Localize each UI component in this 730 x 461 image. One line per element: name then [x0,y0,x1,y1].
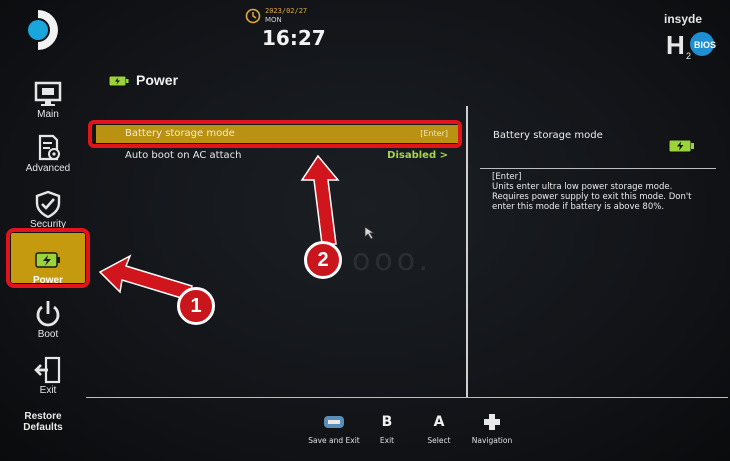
insyde-brand-text: insyde [664,12,703,26]
keyboard-icon [324,416,344,428]
page-title: Power [136,72,179,88]
restore-defaults-button[interactable]: Restore Defaults [8,411,78,433]
sidebar-item-label: Boot [37,329,59,340]
annotation-badge-2: 2 [304,241,342,279]
sidebar-item-exit[interactable]: Exit [0,356,96,396]
monitor-icon [34,81,62,106]
sidebar-item-boot[interactable]: Boot [0,300,96,340]
control-navigation[interactable]: Navigation [468,412,516,445]
sidebar-item-label: Advanced [25,163,71,174]
a-key-icon: A [433,414,445,430]
help-title: Battery storage mode [493,130,603,141]
sidebar-item-label: Exit [39,385,57,396]
restore-label-2: Defaults [23,422,63,433]
mouse-cursor-icon [364,226,376,240]
svg-text:2: 2 [686,51,691,60]
bios-screen: 2023/02/27 MON 16:27 insyde H BIOS 2 Mai… [0,0,730,461]
shield-check-icon [35,190,61,218]
insyde-h2o-logo: insyde H BIOS 2 [660,12,718,62]
control-exit[interactable]: B Exit [372,412,402,445]
battery-icon [668,139,694,153]
power-icon [36,301,60,327]
svg-text:BIOS: BIOS [694,40,716,50]
control-label: Exit [379,436,395,445]
exit-door-icon [34,356,61,384]
control-save-and-exit[interactable]: Save and Exit [305,412,363,445]
clock-time: 16:27 [262,26,326,50]
setting-row-auto-boot-on-ac-attach[interactable]: Auto boot on AC attach Disabled > [96,147,460,165]
help-line: [Enter] [492,172,522,182]
sidebar-item-security[interactable]: Security [0,190,96,230]
battery-icon [108,75,129,87]
dpad-icon [484,414,500,430]
help-divider [480,168,716,169]
sidebar-item-main[interactable]: Main [0,80,96,120]
restore-label-1: Restore [24,411,62,422]
clock-day: MON [265,16,282,24]
brand-logo-icon [28,10,58,50]
help-text: [Enter] Units enter ultra low power stor… [492,172,718,212]
clock-date: 2023/02/27 [265,7,308,15]
setting-label: Auto boot on AC attach [125,150,242,161]
control-label: Select [427,436,451,445]
sidebar-item-advanced[interactable]: Advanced [0,134,96,174]
battery-storage-highlight-box [88,120,462,148]
clock-icon [245,8,261,24]
panel-divider [466,106,468,398]
help-line: Units enter ultra low power storage mode… [492,182,673,192]
svg-text:H: H [666,30,685,60]
footer-divider [86,397,728,398]
control-label: Save and Exit [308,436,360,445]
control-select[interactable]: A Select [421,412,457,445]
document-gear-icon [38,134,60,161]
sidebar-item-label: Main [37,109,59,120]
setting-value[interactable]: Disabled > [387,150,448,161]
annotation-arrow-2 [300,154,340,245]
help-line: Requires power supply to exit this mode.… [492,192,692,202]
annotation-badge-1: 1 [177,287,215,325]
help-line: enter this mode if battery is above 80%. [492,202,665,212]
power-highlight-box [6,228,90,288]
h2o-bios-logo-icon: H BIOS 2 [666,30,716,60]
b-key-icon: B [381,414,393,430]
background-watermark: ooo. [352,243,433,278]
control-label: Navigation [471,436,513,445]
